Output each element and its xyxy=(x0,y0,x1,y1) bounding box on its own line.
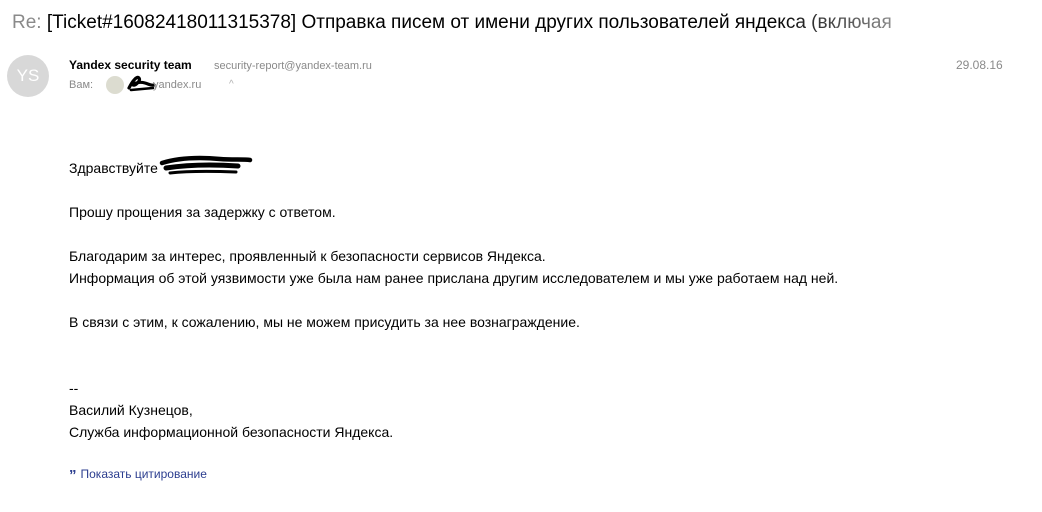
message-date: 29.08.16 xyxy=(956,58,1003,72)
sender-avatar[interactable]: YS xyxy=(7,55,49,97)
chevron-up-icon[interactable]: ^ xyxy=(229,76,234,94)
show-quote-link[interactable]: ” Показать цитирование xyxy=(69,466,207,484)
subject-prefix: Re: xyxy=(12,12,42,33)
recipient-avatar[interactable] xyxy=(106,76,124,94)
signature-dash: -- xyxy=(69,380,79,396)
signature-organization: Служба информационной безопасности Яндек… xyxy=(69,424,394,440)
subject-ticket-id: [Ticket#16082418011315378] xyxy=(46,12,297,33)
quote-icon: ” xyxy=(69,467,77,484)
body-line-no-reward: В связи с этим, к сожалению, мы не можем… xyxy=(69,314,580,330)
show-quote-label[interactable]: Показать цитирование xyxy=(81,467,207,481)
sender-name[interactable]: Yandex security team xyxy=(69,57,192,73)
body-line-apology: Прошу прощения за задержку с ответом. xyxy=(69,204,336,220)
email-subject: Re: [Ticket#16082418011315378] Отправка … xyxy=(12,9,1032,37)
greeting-name-redaction xyxy=(159,155,253,175)
email-view: Re: [Ticket#16082418011315378] Отправка … xyxy=(0,0,1042,512)
subject-title: Отправка писем от имени других пользоват… xyxy=(301,12,892,33)
sender-email[interactable]: security-report@yandex-team.ru xyxy=(214,58,372,74)
signature-name: Василий Кузнецов, xyxy=(69,402,193,418)
message-body: Здравствуйте Прошу прощения за задержку … xyxy=(69,157,838,443)
body-line-info: Информация об этой уязвимости уже была н… xyxy=(69,270,839,286)
recipient-domain[interactable]: yandex.ru xyxy=(153,76,201,94)
body-line-thanks: Благодарим за интерес, проявленный к без… xyxy=(69,248,546,264)
recipient-label: Вам: xyxy=(69,79,94,91)
